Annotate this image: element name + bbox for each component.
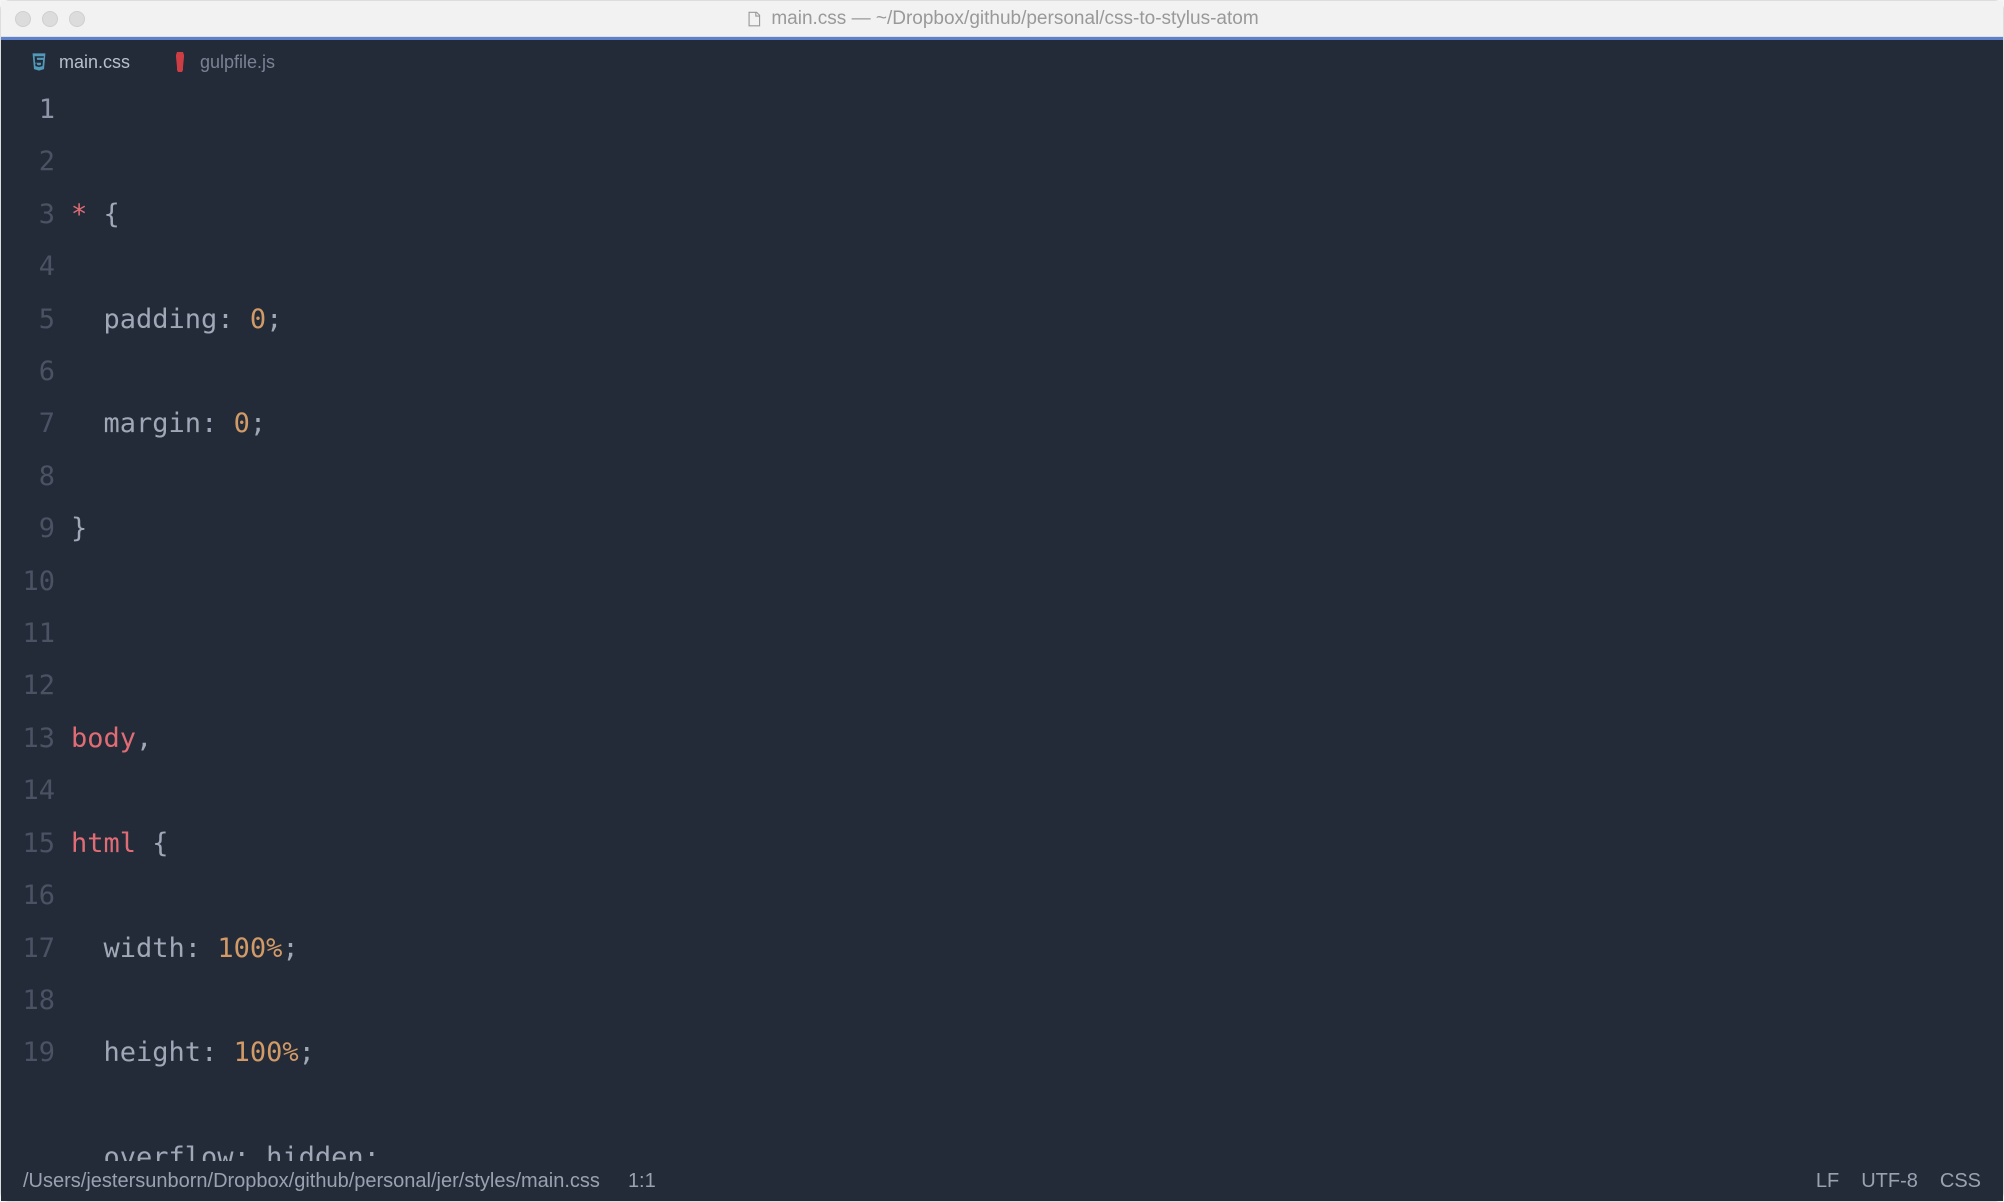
- status-encoding[interactable]: UTF-8: [1861, 1170, 1918, 1193]
- editor-container: main.css gulpfile.js 1234567891011121314…: [1, 37, 2003, 1201]
- line-number: 6: [1, 346, 55, 398]
- code-line: }: [71, 503, 2003, 555]
- line-number: 7: [1, 398, 55, 450]
- line-number: 18: [1, 975, 55, 1027]
- tab-gulpfile[interactable]: gulpfile.js: [170, 52, 275, 73]
- line-number: 8: [1, 451, 55, 503]
- status-filepath[interactable]: /Users/jestersunborn/Dropbox/github/pers…: [23, 1170, 600, 1193]
- traffic-lights: [15, 11, 85, 27]
- code-lines[interactable]: * { padding: 0; margin: 0; } body, html …: [71, 84, 2003, 1161]
- line-gutter: 12345678910111213141516171819: [1, 84, 71, 1161]
- css3-icon: [29, 52, 49, 72]
- line-number: 11: [1, 608, 55, 660]
- gulp-icon: [170, 52, 190, 72]
- status-cursor-position[interactable]: 1:1: [628, 1170, 656, 1193]
- code-line: [71, 608, 2003, 660]
- status-language[interactable]: CSS: [1940, 1170, 1981, 1193]
- close-traffic-light[interactable]: [15, 11, 31, 27]
- line-number: 1: [1, 84, 55, 136]
- code-line: html {: [71, 818, 2003, 870]
- line-number: 10: [1, 556, 55, 608]
- line-number: 9: [1, 503, 55, 555]
- line-number: 12: [1, 660, 55, 712]
- window-title-text: main.css — ~/Dropbox/github/personal/css…: [771, 8, 1258, 30]
- code-line: padding: 0;: [71, 294, 2003, 346]
- code-line: height: 100%;: [71, 1027, 2003, 1079]
- status-line-ending[interactable]: LF: [1816, 1170, 1839, 1193]
- line-number: 19: [1, 1027, 55, 1079]
- code-line: margin: 0;: [71, 398, 2003, 450]
- minimize-traffic-light[interactable]: [42, 11, 58, 27]
- code-line: overflow: hidden;: [71, 1132, 2003, 1161]
- code-line: * {: [71, 189, 2003, 241]
- code-line: body,: [71, 713, 2003, 765]
- maximize-traffic-light[interactable]: [69, 11, 85, 27]
- window-title: main.css — ~/Dropbox/github/personal/css…: [745, 8, 1258, 30]
- code-line: width: 100%;: [71, 923, 2003, 975]
- line-number: 14: [1, 765, 55, 817]
- tab-label: gulpfile.js: [200, 52, 275, 73]
- tab-main-css[interactable]: main.css: [29, 52, 130, 73]
- line-number: 16: [1, 870, 55, 922]
- tab-label: main.css: [59, 52, 130, 73]
- line-number: 2: [1, 136, 55, 188]
- code-area[interactable]: 12345678910111213141516171819 * { paddin…: [1, 84, 2003, 1161]
- line-number: 17: [1, 923, 55, 975]
- line-number: 5: [1, 294, 55, 346]
- status-bar: /Users/jestersunborn/Dropbox/github/pers…: [1, 1161, 2003, 1201]
- tab-bar: main.css gulpfile.js: [1, 40, 2003, 84]
- line-number: 4: [1, 241, 55, 293]
- window-titlebar[interactable]: main.css — ~/Dropbox/github/personal/css…: [1, 1, 2003, 37]
- line-number: 15: [1, 818, 55, 870]
- file-icon: [745, 10, 763, 28]
- line-number: 13: [1, 713, 55, 765]
- line-number: 3: [1, 189, 55, 241]
